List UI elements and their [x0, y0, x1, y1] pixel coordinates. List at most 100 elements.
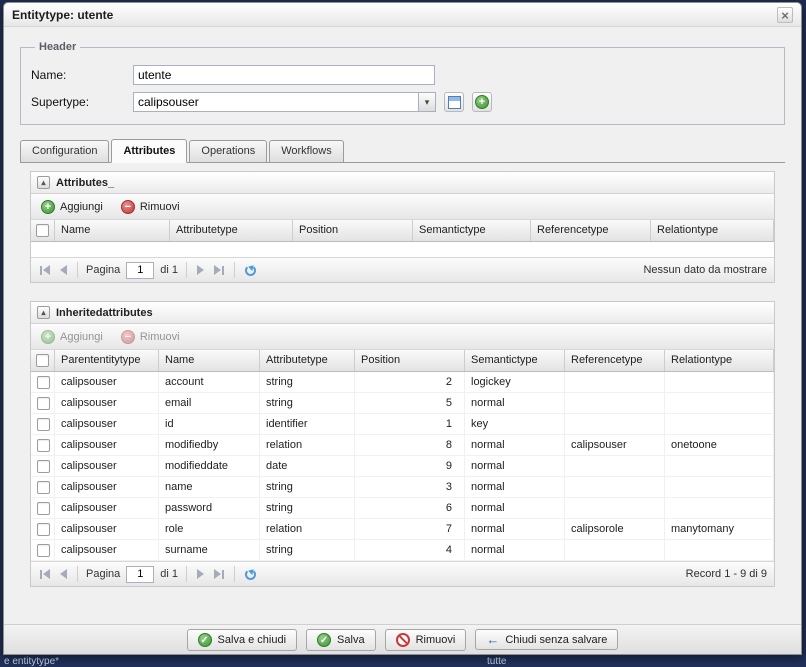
column-header-parententitytype[interactable]: Parententitytype [55, 350, 159, 371]
row-checkbox-cell [31, 372, 55, 392]
cell-semantictype: normal [465, 498, 565, 518]
table-row[interactable]: calipsouser role relation 7 normal calip… [31, 519, 774, 540]
remove-button[interactable]: Rimuovi [385, 629, 467, 651]
column-header-relationtype[interactable]: Relationtype [651, 220, 774, 241]
cell-relationtype [665, 540, 774, 560]
supertype-combo [133, 92, 436, 112]
table-row[interactable]: calipsouser name string 3 normal [31, 477, 774, 498]
table-row[interactable]: calipsouser modifieddate date 9 normal [31, 456, 774, 477]
row-checkbox-cell [31, 414, 55, 434]
close-icon[interactable] [777, 7, 793, 23]
column-header-relationtype[interactable]: Relationtype [665, 350, 774, 371]
column-header-referencetype[interactable]: Referencetype [531, 220, 651, 241]
supertype-field[interactable] [133, 92, 418, 112]
page-of-label: di 1 [160, 568, 178, 580]
column-header-referencetype[interactable]: Referencetype [565, 350, 665, 371]
cell-name: id [159, 414, 260, 434]
row-checkbox[interactable] [37, 460, 50, 473]
header-fieldset: Header Name: Supertype: [20, 41, 785, 125]
window-title: Entitytype: utente [12, 8, 113, 22]
cell-name: modifiedby [159, 435, 260, 455]
cell-name: name [159, 477, 260, 497]
cell-parententitytype: calipsouser [55, 435, 159, 455]
next-page-button[interactable] [195, 263, 206, 277]
row-checkbox[interactable] [37, 439, 50, 452]
attributes-panel: Attributes_ Aggiungi Rimuovi Name Attri [30, 171, 775, 283]
window-titlebar[interactable]: Entitytype: utente [4, 3, 801, 27]
select-all-checkbox[interactable] [36, 224, 49, 237]
table-row[interactable]: calipsouser modifiedby relation 8 normal… [31, 435, 774, 456]
refresh-button[interactable] [243, 567, 258, 582]
cell-position: 6 [355, 498, 465, 518]
prev-page-button[interactable] [58, 567, 69, 581]
supertype-detail-button[interactable] [444, 92, 464, 112]
last-page-button[interactable] [212, 263, 226, 277]
cell-relationtype: manytomany [665, 519, 774, 539]
collapse-icon[interactable] [37, 176, 50, 189]
collapse-icon[interactable] [37, 306, 50, 319]
cell-parententitytype: calipsouser [55, 372, 159, 392]
table-row[interactable]: calipsouser account string 2 logickey [31, 372, 774, 393]
cell-relationtype [665, 498, 774, 518]
supertype-add-button[interactable] [472, 92, 492, 112]
column-header-position[interactable]: Position [355, 350, 465, 371]
first-page-button[interactable] [38, 263, 52, 277]
detail-icon [448, 96, 461, 109]
row-checkbox[interactable] [37, 544, 50, 557]
row-checkbox[interactable] [37, 502, 50, 515]
row-checkbox[interactable] [37, 481, 50, 494]
cell-attributetype: date [260, 456, 355, 476]
row-checkbox[interactable] [37, 418, 50, 431]
table-row[interactable]: calipsouser password string 6 normal [31, 498, 774, 519]
header-legend: Header [35, 41, 80, 53]
page-number-input[interactable] [126, 262, 154, 279]
cell-position: 1 [355, 414, 465, 434]
close-without-saving-button[interactable]: Chiudi senza salvare [475, 629, 618, 650]
save-button[interactable]: Salva [306, 629, 376, 651]
chevron-down-icon[interactable] [418, 92, 436, 112]
prev-page-button[interactable] [58, 263, 69, 277]
tab-operations[interactable]: Operations [189, 140, 267, 162]
column-header-attributetype[interactable]: Attributetype [260, 350, 355, 371]
last-page-button[interactable] [212, 567, 226, 581]
tab-attributes[interactable]: Attributes [111, 139, 187, 163]
tab-configuration[interactable]: Configuration [20, 140, 109, 162]
add-attribute-button[interactable]: Aggiungi [37, 198, 107, 216]
refresh-icon [245, 569, 256, 580]
next-page-button[interactable] [195, 567, 206, 581]
table-row[interactable]: calipsouser email string 5 normal [31, 393, 774, 414]
column-header-semantictype[interactable]: Semantictype [413, 220, 531, 241]
table-row[interactable]: calipsouser id identifier 1 key [31, 414, 774, 435]
cell-parententitytype: calipsouser [55, 414, 159, 434]
row-checkbox[interactable] [37, 397, 50, 410]
refresh-icon [245, 265, 256, 276]
column-header-name[interactable]: Name [55, 220, 170, 241]
column-header-position[interactable]: Position [293, 220, 413, 241]
row-checkbox[interactable] [37, 376, 50, 389]
select-all-checkbox[interactable] [36, 354, 49, 367]
remove-button-label: Rimuovi [140, 331, 180, 343]
column-header-name[interactable]: Name [159, 350, 260, 371]
column-header-attributetype[interactable]: Attributetype [170, 220, 293, 241]
attributes-tab-body: Attributes_ Aggiungi Rimuovi Name Attri [18, 163, 787, 587]
row-checkbox[interactable] [37, 523, 50, 536]
cell-parententitytype: calipsouser [55, 540, 159, 560]
attributes-panel-header: Attributes_ [31, 172, 774, 194]
page-number-input[interactable] [126, 566, 154, 583]
cell-referencetype [565, 477, 665, 497]
first-page-button[interactable] [38, 567, 52, 581]
cell-referencetype: calipsorole [565, 519, 665, 539]
cell-name: modifieddate [159, 456, 260, 476]
refresh-button[interactable] [243, 263, 258, 278]
save-and-close-button[interactable]: Salva e chiudi [187, 629, 298, 651]
supertype-label: Supertype: [31, 95, 133, 109]
cell-semantictype: normal [465, 477, 565, 497]
column-header-semantictype[interactable]: Semantictype [465, 350, 565, 371]
plus-icon [475, 95, 489, 109]
cell-position: 5 [355, 393, 465, 413]
remove-attribute-button[interactable]: Rimuovi [117, 198, 184, 216]
tab-workflows[interactable]: Workflows [269, 140, 344, 162]
table-row[interactable]: calipsouser surname string 4 normal [31, 540, 774, 561]
row-checkbox-cell [31, 435, 55, 455]
name-field[interactable] [133, 65, 435, 85]
